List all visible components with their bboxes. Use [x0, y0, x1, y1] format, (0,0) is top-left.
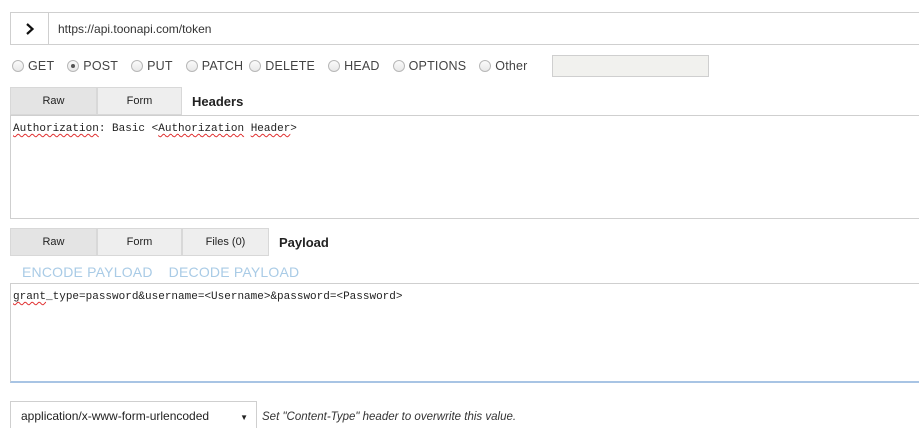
- content-type-value: application/x-www-form-urlencoded: [21, 409, 210, 423]
- tab-headers-raw[interactable]: Raw: [10, 87, 97, 115]
- tab-headers-form[interactable]: Form: [97, 87, 182, 115]
- radio-patch[interactable]: [185, 60, 198, 72]
- method-post[interactable]: POST: [67, 59, 118, 73]
- headers-text: : Basic <: [98, 123, 159, 135]
- headers-text: [244, 123, 251, 135]
- payload-actions: ENCODE PAYLOAD DECODE PAYLOAD: [22, 263, 315, 281]
- payload-text: _type=password&username=<Username>&passw…: [46, 291, 403, 303]
- headers-editor[interactable]: Authorization: Basic <Authorization Head…: [10, 115, 919, 219]
- method-options[interactable]: OPTIONS: [392, 59, 467, 73]
- method-patch[interactable]: PATCH: [185, 59, 244, 73]
- dropdown-arrow-icon: ▼: [240, 413, 248, 422]
- payload-editor[interactable]: grant_type=password&username=<Username>&…: [10, 283, 919, 383]
- radio-other[interactable]: [479, 60, 492, 72]
- radio-delete[interactable]: [249, 60, 262, 72]
- radio-options[interactable]: [392, 60, 405, 72]
- headers-text: >: [290, 123, 297, 135]
- toggle-url-button[interactable]: [10, 12, 48, 45]
- payload-text: grant: [13, 291, 47, 303]
- headers-text: Authorization: [158, 123, 245, 135]
- tab-payload-raw[interactable]: Raw: [10, 228, 97, 256]
- method-put[interactable]: PUT: [131, 59, 173, 73]
- radio-put[interactable]: [131, 60, 144, 72]
- content-type-select[interactable]: application/x-www-form-urlencoded ▼: [10, 401, 257, 428]
- method-delete[interactable]: DELETE: [249, 59, 315, 73]
- url-input[interactable]: [48, 12, 919, 45]
- payload-title: Payload: [279, 234, 329, 250]
- headers-text: Header: [250, 123, 291, 135]
- content-type-hint: Set "Content-Type" header to overwrite t…: [262, 411, 517, 423]
- payload-tabbar: Raw Form Files (0) Payload: [10, 228, 359, 256]
- decode-payload-link[interactable]: DECODE PAYLOAD: [169, 264, 300, 280]
- tab-payload-files[interactable]: Files (0): [182, 228, 269, 256]
- method-head[interactable]: HEAD: [328, 59, 380, 73]
- tab-payload-form[interactable]: Form: [97, 228, 182, 256]
- method-get[interactable]: GET: [12, 59, 54, 73]
- encode-payload-link[interactable]: ENCODE PAYLOAD: [22, 264, 153, 280]
- chevron-right-icon: [25, 22, 34, 35]
- headers-title: Headers: [192, 93, 244, 109]
- headers-tabbar: Raw Form Headers: [10, 87, 272, 115]
- radio-post[interactable]: [67, 60, 80, 72]
- radio-get[interactable]: [12, 60, 24, 72]
- method-selector: GET POST PUT PATCH DELETE HEAD OPTIONS O…: [12, 55, 541, 77]
- headers-text: Authorization: [13, 123, 99, 135]
- url-bar: [10, 12, 919, 45]
- radio-head[interactable]: [328, 60, 341, 72]
- other-method-input[interactable]: [552, 55, 709, 77]
- method-other[interactable]: Other: [479, 59, 527, 73]
